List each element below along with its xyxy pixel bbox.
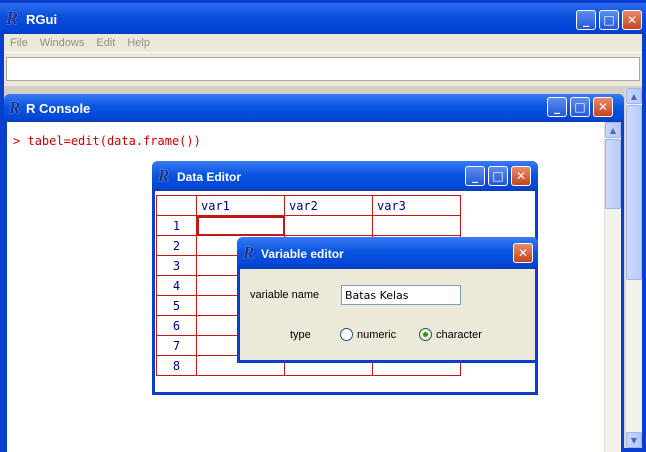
console-minimize-button[interactable]: _ (547, 97, 567, 117)
close-icon: ✕ (517, 246, 529, 260)
r-logo-icon: R (6, 8, 19, 28)
type-radio-character[interactable]: character (419, 328, 482, 341)
variable-editor-body: variable name type numeric character (240, 269, 535, 360)
console-command: tabel=edit(data.frame()) (27, 134, 201, 148)
rgui-minimize-button[interactable]: _ (576, 10, 596, 30)
data-editor-minimize-button[interactable]: _ (465, 166, 485, 186)
radio-unchecked-icon (340, 328, 353, 341)
row-header[interactable]: 7 (156, 335, 197, 356)
variable-editor-title: Variable editor (261, 247, 344, 261)
maximize-icon: □ (574, 100, 586, 114)
r-logo-icon: R (243, 243, 255, 262)
scroll-down-arrow-icon[interactable]: ▼ (626, 432, 642, 448)
header-row: var1 var2 var3 (156, 195, 461, 216)
console-scroll-thumb[interactable] (605, 139, 621, 209)
grid-cell[interactable] (372, 215, 461, 236)
rgui-title: RGui (26, 12, 58, 27)
toolbar-area (6, 57, 640, 81)
grid-cell-active[interactable] (196, 215, 285, 236)
scroll-up-arrow-icon[interactable]: ▲ (605, 122, 621, 138)
console-maximize-button[interactable]: □ (570, 97, 590, 117)
mdi-scrollbar[interactable]: ▲ ▼ (625, 88, 642, 448)
minimize-icon: _ (583, 13, 589, 27)
row-header[interactable]: 8 (156, 355, 197, 376)
rgui-maximize-button[interactable]: □ (599, 10, 619, 30)
r-logo-icon: R (9, 98, 21, 117)
data-editor-maximize-button[interactable]: □ (488, 166, 508, 186)
minimize-icon: _ (472, 169, 478, 183)
data-editor-title: Data Editor (177, 170, 242, 184)
variable-editor-close-button[interactable]: ✕ (513, 243, 533, 263)
menu-help[interactable]: Help (121, 37, 156, 49)
menu-edit[interactable]: Edit (90, 37, 121, 49)
console-close-button[interactable]: ✕ (593, 97, 613, 117)
row-header[interactable]: 3 (156, 255, 197, 276)
table-row: 1 (156, 215, 461, 236)
mdi-scroll-thumb[interactable] (626, 105, 642, 280)
data-editor-titlebar[interactable]: R Data Editor _ □ ✕ (152, 161, 538, 191)
console-scrollbar[interactable]: ▲ (604, 122, 621, 452)
row-header[interactable]: 6 (156, 315, 197, 336)
menu-windows[interactable]: Windows (34, 37, 91, 49)
variable-editor-titlebar[interactable]: R Variable editor ✕ (237, 237, 538, 269)
column-header-var2[interactable]: var2 (284, 195, 373, 216)
radio-character-label: character (436, 328, 482, 341)
close-icon: ✕ (626, 13, 638, 27)
radio-checked-icon (419, 328, 432, 341)
row-header[interactable]: 4 (156, 275, 197, 296)
rgui-titlebar[interactable]: R RGui _ □ ✕ (0, 3, 646, 37)
grid-corner (156, 195, 197, 216)
radio-numeric-label: numeric (357, 328, 397, 341)
r-logo-icon: R (158, 166, 170, 185)
data-editor-close-button[interactable]: ✕ (511, 166, 531, 186)
console-title: R Console (26, 101, 91, 116)
rgui-close-button[interactable]: ✕ (622, 10, 642, 30)
type-radio-numeric[interactable]: numeric (340, 328, 396, 341)
scroll-up-arrow-icon[interactable]: ▲ (626, 88, 642, 104)
maximize-icon: □ (492, 169, 504, 183)
column-header-var3[interactable]: var3 (372, 195, 461, 216)
console-prompt: > (13, 134, 21, 148)
row-header[interactable]: 1 (156, 215, 197, 236)
toolbar (4, 52, 642, 86)
console-command-line: > tabel=edit(data.frame()) (13, 134, 201, 148)
minimize-icon: _ (554, 100, 560, 114)
type-label: type (290, 329, 311, 341)
column-header-var1[interactable]: var1 (196, 195, 285, 216)
variable-name-input[interactable] (341, 285, 461, 305)
variable-editor-dialog: R Variable editor ✕ variable name type n… (237, 237, 538, 363)
menu-bar: File Windows Edit Help (4, 34, 642, 52)
menu-file[interactable]: File (4, 37, 34, 49)
variable-name-label: variable name (250, 289, 320, 301)
close-icon: ✕ (515, 169, 527, 183)
grid-cell[interactable] (284, 215, 373, 236)
row-header[interactable]: 5 (156, 295, 197, 316)
row-header[interactable]: 2 (156, 235, 197, 256)
console-titlebar[interactable]: R R Console _ □ ✕ (4, 94, 624, 122)
maximize-icon: □ (603, 13, 615, 27)
close-icon: ✕ (597, 100, 609, 114)
